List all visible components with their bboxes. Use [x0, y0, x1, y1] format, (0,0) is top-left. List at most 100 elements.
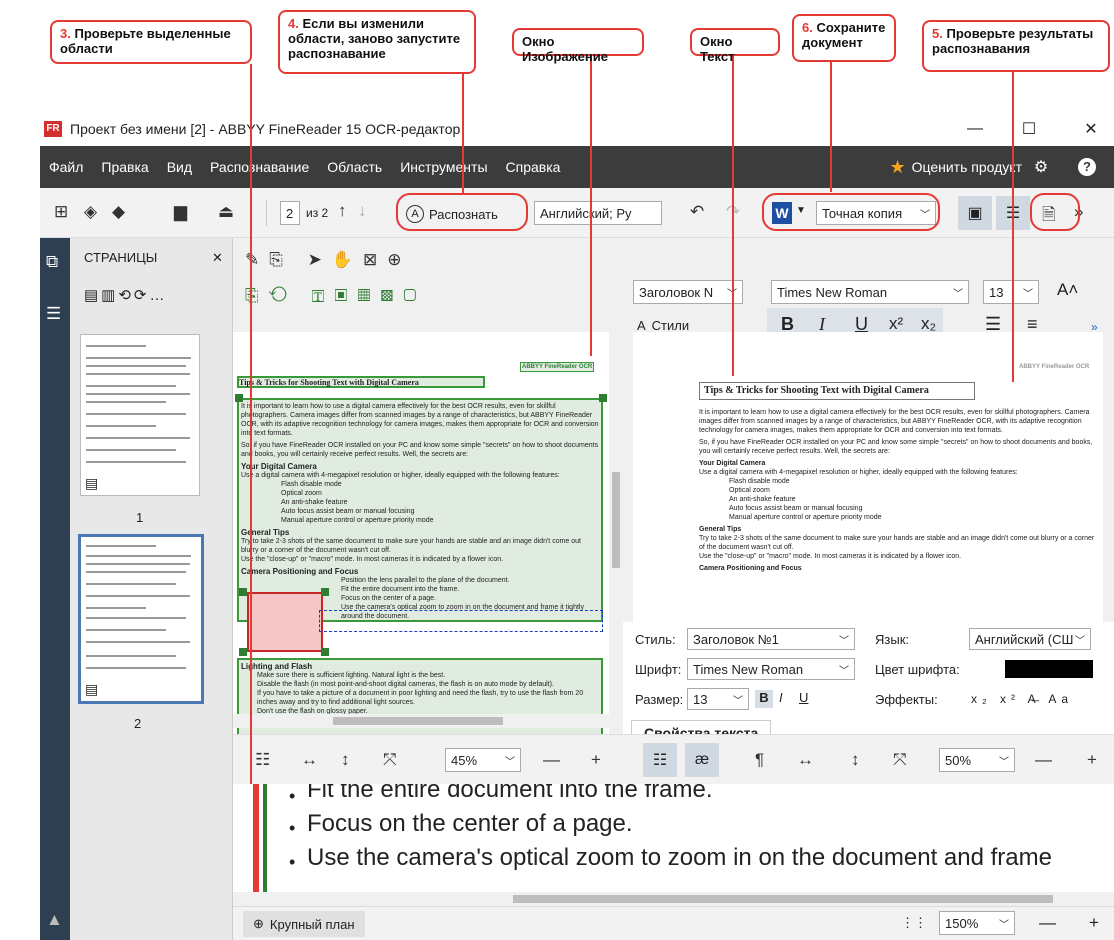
image-logo-area[interactable]: ABBYY FineReader OCR	[520, 362, 595, 372]
subscript-icon[interactable]: x₂	[921, 314, 936, 334]
closeup-zoom-in-icon[interactable]: +	[1089, 913, 1099, 933]
language-select[interactable]: Английский; Ру	[534, 201, 662, 225]
page-thumbnail-1[interactable]: ▤	[80, 334, 200, 496]
zoom-in-icon[interactable]: +	[591, 750, 601, 770]
area-handle[interactable]	[599, 394, 607, 402]
text-language-select[interactable]: Английский (СШ ﹀	[969, 628, 1091, 650]
area-handle[interactable]	[235, 394, 243, 402]
font-select[interactable]: Times New Roman ﹀	[771, 280, 969, 304]
image-view-icon[interactable]: ▣	[958, 196, 992, 230]
image-hscroll[interactable]	[233, 714, 623, 728]
help-icon[interactable]: ?	[1076, 156, 1098, 178]
callout-save-document: 6. Сохраните документ	[792, 14, 896, 62]
star-icon: ★	[889, 156, 906, 177]
area-handle[interactable]	[239, 588, 247, 596]
selected-text-area[interactable]	[319, 610, 603, 632]
fit-page-button[interactable]: ☷	[643, 743, 677, 777]
highlight-recognize	[396, 193, 528, 231]
text-zoom-select[interactable]: 50% ﹀	[939, 748, 1015, 772]
text-fit-all-icon[interactable]: ⤧	[893, 750, 907, 770]
image-zoom-bar: ☷ ↔ ↕ ⤧ 45% ﹀ — +	[233, 734, 623, 784]
text-zoom-in-icon[interactable]: +	[1087, 750, 1097, 770]
font-label: Шрифт:	[635, 662, 682, 677]
font-color-swatch[interactable]	[1005, 660, 1093, 678]
left-rail: ⧉ ☰ ▲	[40, 238, 70, 940]
area-handle[interactable]	[321, 588, 329, 596]
prop-font-select[interactable]: Times New Roman ﹀	[687, 658, 855, 680]
settings-gear-icon[interactable]: ⚙	[1030, 156, 1052, 178]
area-tools-icons-row2[interactable]: ⎘⟲ 🅃▣▦▩▢	[245, 286, 426, 306]
prop-italic-icon[interactable]: I	[779, 690, 783, 705]
fit-icon[interactable]: ⋮⋮	[901, 915, 927, 931]
menu-bar: Файл Правка Вид Распознавание Область Ин…	[40, 146, 1114, 188]
menu-file[interactable]: Файл	[40, 159, 92, 175]
menu-tools[interactable]: Инструменты	[391, 159, 496, 175]
structure-icon[interactable]: ☰	[46, 304, 61, 324]
highlight-save	[762, 193, 940, 231]
fit-page-icon[interactable]: ☷	[255, 750, 270, 770]
scan-icon[interactable]: ⏏	[218, 202, 234, 222]
paragraph-style-select[interactable]: Заголовок N﹀	[633, 280, 743, 304]
close-button[interactable]: ✕	[1068, 112, 1114, 145]
closeup-zoom-out-icon[interactable]: —	[1039, 913, 1056, 933]
text-document[interactable]: ABBYY FineReader OCR Tips & Tricks for S…	[633, 332, 1103, 622]
page-number-input[interactable]: 2	[280, 201, 300, 225]
styles-button[interactable]: A Стили	[637, 318, 689, 333]
highlight-verify	[1030, 193, 1080, 231]
next-page-icon[interactable]: ↓	[358, 201, 367, 221]
closeup-button[interactable]: ⊕ Крупный план	[243, 911, 365, 937]
increase-font-icon[interactable]: A˄	[1057, 280, 1078, 300]
pages-tools-icons[interactable]: ▤▥⟲⟳…	[84, 286, 167, 304]
menu-recognition[interactable]: Распознавание	[201, 159, 318, 175]
menu-help[interactable]: Справка	[497, 159, 570, 175]
pages-close-button[interactable]: ✕	[212, 250, 223, 266]
prop-bold-icon[interactable]: B	[755, 690, 773, 708]
picture-area[interactable]	[247, 592, 323, 652]
menu-edit[interactable]: Правка	[92, 159, 157, 175]
minimize-button[interactable]: —	[952, 112, 998, 145]
area-handle[interactable]	[321, 648, 329, 656]
layers-icon[interactable]: ◆	[112, 202, 125, 222]
text-vscroll[interactable]	[1103, 332, 1114, 622]
add-page-icon[interactable]: ⊞	[54, 202, 68, 222]
menu-view[interactable]: Вид	[158, 159, 201, 175]
text-area-main[interactable]: It is important to learn how to use a di…	[237, 398, 603, 622]
folder-icon[interactable]: ▆	[174, 202, 187, 222]
closeup-hscroll[interactable]	[233, 892, 1114, 906]
image-vscroll[interactable]	[609, 332, 623, 714]
add-layers-icon[interactable]: ◈	[84, 202, 97, 222]
area-tools-icons-row1[interactable]: ✎⎘ ➤✋⊠⊕	[245, 250, 411, 270]
menu-area[interactable]: Область	[318, 159, 391, 175]
callout-image-window: Окно Изображение	[512, 28, 644, 64]
page-thumbnail-2[interactable]: ▤	[78, 534, 204, 704]
hyphen-button[interactable]: æ	[685, 743, 719, 777]
prop-underline-icon[interactable]: U	[799, 690, 808, 705]
pages-title: СТРАНИЦЫ	[84, 250, 158, 265]
pages-icon[interactable]: ⧉	[46, 252, 58, 272]
prev-page-icon[interactable]: ↑	[338, 201, 347, 221]
fit-height-icon[interactable]: ↕	[341, 750, 350, 770]
zoom-out-icon[interactable]: —	[543, 750, 560, 770]
text-zoom-out-icon[interactable]: —	[1035, 750, 1052, 770]
image-zoom-select[interactable]: 45% ﹀	[445, 748, 521, 772]
area-handle[interactable]	[239, 648, 247, 656]
effects-icons[interactable]: x₂ x² A̶ Aa	[971, 692, 1073, 706]
title-area[interactable]: Tips & Tricks for Shooting Text with Dig…	[237, 376, 485, 388]
bullet-icon: •	[289, 852, 296, 872]
pilcrow-icon[interactable]: ¶	[755, 750, 764, 770]
prop-size-select[interactable]: 13 ﹀	[687, 688, 749, 710]
font-size-select[interactable]: 13 ﹀	[983, 280, 1039, 304]
text-fit-width-icon[interactable]: ↔	[797, 750, 814, 770]
style-select[interactable]: Заголовок №1 ﹀	[687, 628, 855, 650]
closeup-zoom-select[interactable]: 150% ﹀	[939, 911, 1015, 935]
undo-icon[interactable]: ↶	[690, 202, 704, 222]
rate-product-button[interactable]: ★ Оценить продукт	[889, 146, 1022, 188]
page-number-2: 2	[134, 716, 142, 731]
warning-icon[interactable]: ▲	[46, 910, 63, 930]
style-label: Стиль:	[635, 632, 676, 647]
fit-all-icon[interactable]: ⤧	[383, 750, 397, 770]
text-fit-height-icon[interactable]: ↕	[851, 750, 860, 770]
superscript-icon[interactable]: x²	[889, 314, 903, 334]
fit-width-icon[interactable]: ↔	[301, 750, 318, 770]
size-label: Размер:	[635, 692, 684, 707]
